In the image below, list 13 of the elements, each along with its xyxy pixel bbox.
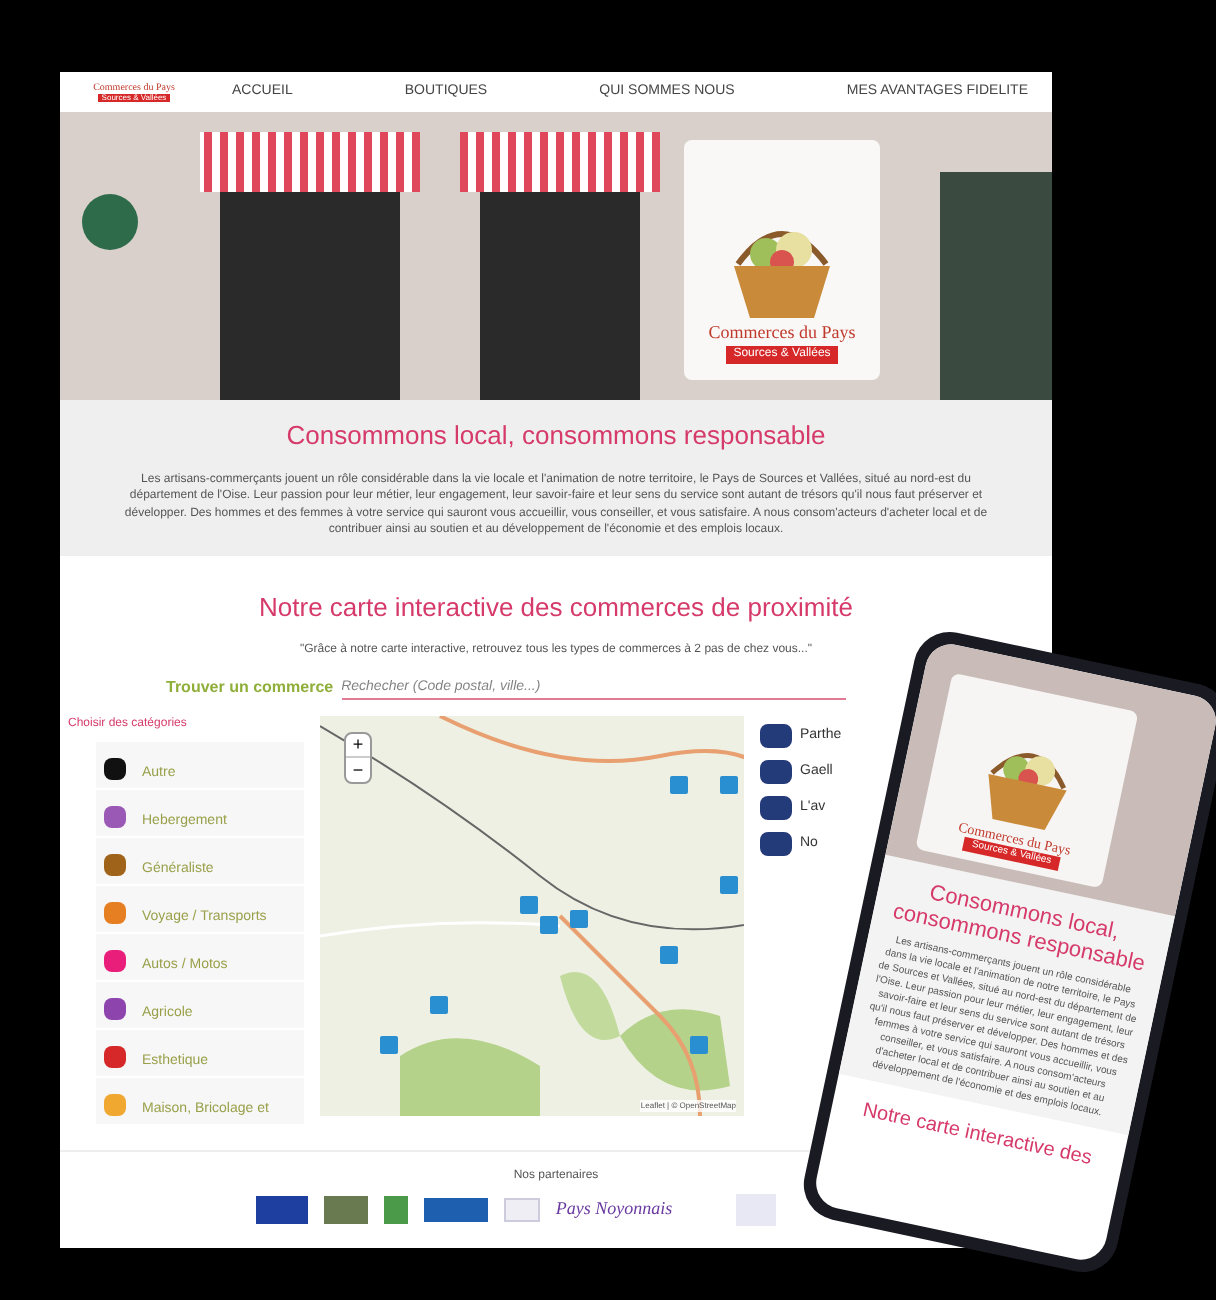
intro-heading: Consommons local, consommons responsable — [286, 418, 826, 454]
zoom-in-button[interactable]: + — [346, 734, 370, 758]
shop-logo-icon — [760, 832, 792, 856]
map-heading: Notre carte interactive des commerces de proximité — [259, 589, 853, 626]
search-label: Trouver un commerce — [166, 676, 334, 700]
shop-logo-icon — [760, 760, 792, 784]
shop-logo-icon — [760, 724, 792, 748]
partner-logo-icon — [323, 1196, 368, 1224]
shop-logo-icon — [760, 796, 792, 820]
partner-logo-icon — [503, 1198, 540, 1222]
zoom-out-button[interactable]: − — [346, 758, 370, 782]
partner-logo-text: Pays Noyonnais — [555, 1196, 673, 1223]
logo-title: Commerces du Pays — [708, 324, 856, 342]
